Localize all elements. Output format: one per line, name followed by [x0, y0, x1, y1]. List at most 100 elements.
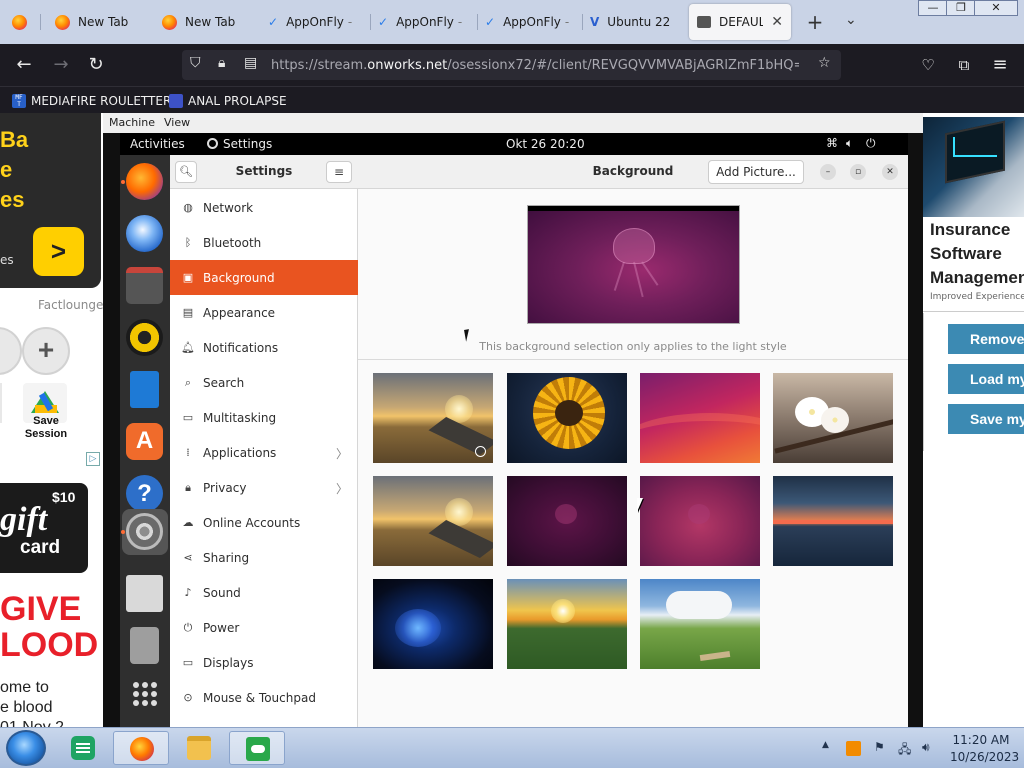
tab-firefox[interactable]: [12, 4, 32, 40]
app-menu[interactable]: Settings: [207, 137, 272, 151]
sidebar-item-bluetooth[interactable]: ᛒ Bluetooth: [170, 225, 358, 260]
tab-apponfly-3[interactable]: ✓ AppOnFly -: [485, 4, 585, 40]
extensions-icon[interactable]: ⧉: [951, 52, 977, 78]
save-session-label[interactable]: Save Session: [24, 415, 68, 441]
tab-ubuntu[interactable]: V Ubuntu 22: [590, 4, 685, 40]
close-window-button[interactable]: ✕: [974, 0, 1018, 16]
menu-machine[interactable]: Machine: [109, 116, 155, 129]
wallpaper-valley-sunset[interactable]: [507, 579, 627, 669]
restore-button[interactable]: ❐: [946, 0, 976, 16]
minimize-button[interactable]: –: [820, 164, 836, 180]
circle-button[interactable]: [0, 327, 22, 375]
ad-banner[interactable]: Ba e es es >: [0, 113, 101, 288]
sidebar-item-sharing[interactable]: ⋖ Sharing: [170, 540, 358, 575]
back-button[interactable]: ←: [11, 52, 37, 78]
power-icon[interactable]: ⏻: [866, 136, 876, 151]
gift-card-ad[interactable]: $10 gift card: [0, 483, 88, 573]
remote-vm-frame[interactable]: Machine View Activities Settings Okt 26 …: [103, 113, 923, 727]
tab-new-tab-2[interactable]: New Tab: [162, 4, 262, 40]
taskbar-game[interactable]: [229, 731, 285, 765]
sidebar-item-multitasking[interactable]: ▭ Multitasking: [170, 400, 358, 435]
add-picture-button[interactable]: Add Picture...: [708, 160, 804, 184]
tab-default-active[interactable]: DEFAULT ✕: [689, 4, 791, 40]
lock-icon[interactable]: 🔒︎: [218, 55, 225, 71]
remove-button[interactable]: Remove: [948, 324, 1024, 354]
shield-icon[interactable]: ⛉: [190, 55, 201, 71]
disk-icon[interactable]: [126, 575, 163, 612]
activities-button[interactable]: Activities: [130, 137, 185, 151]
adchoices-icon[interactable]: ▷: [86, 452, 100, 466]
sidebar-item-privacy[interactable]: 🔒︎ Privacy 〉: [170, 470, 358, 505]
page-info-icon[interactable]: ▤: [244, 55, 257, 71]
ad-arrow-button[interactable]: >: [33, 227, 84, 276]
files-icon[interactable]: [126, 267, 163, 304]
bookmark-mediafire[interactable]: MF T MEDIAFIRE ROULETTER: [12, 92, 171, 110]
trash-icon[interactable]: [130, 627, 159, 664]
tray-app-icon[interactable]: [846, 741, 861, 756]
network-icon[interactable]: 🖧︎: [898, 740, 911, 761]
volume-icon[interactable]: 🔈︎: [846, 136, 853, 151]
close-tab-icon[interactable]: ✕: [771, 14, 783, 30]
wallpaper-cherry-blossom[interactable]: [773, 373, 893, 463]
wallpaper-magenta-waves[interactable]: [640, 373, 760, 463]
wallpaper-jellyfish-pink[interactable]: [640, 476, 760, 566]
minimize-button[interactable]: —: [918, 0, 948, 16]
network-wired-icon[interactable]: ⌘: [826, 136, 838, 150]
start-button[interactable]: [6, 730, 46, 766]
wallpaper-boardwalk-sunrise-2[interactable]: [373, 476, 493, 566]
software-store-icon[interactable]: A: [126, 423, 163, 460]
taskbar-date[interactable]: 10/26/2023: [950, 750, 1019, 764]
insurance-ad-title[interactable]: Insurance Software Managemen: [930, 218, 1024, 290]
sidebar-item-displays[interactable]: ▭ Displays: [170, 645, 358, 680]
url-text[interactable]: https://stream.onworks.net/osessionx72/#…: [271, 58, 799, 73]
sidebar-item-applications[interactable]: ⁞ Applications 〉: [170, 435, 358, 470]
maximize-button[interactable]: ▫: [850, 164, 866, 180]
bookmark-star-icon[interactable]: ☆: [818, 55, 831, 71]
sidebar-item-network[interactable]: ◍ Network: [170, 190, 358, 225]
show-hidden-icons-icon[interactable]: ▲: [822, 740, 829, 750]
sidebar-item-online-accounts[interactable]: ☁ Online Accounts: [170, 505, 358, 540]
thunderbird-icon[interactable]: [126, 215, 163, 252]
wallpaper-sunflower[interactable]: [507, 373, 627, 463]
clock[interactable]: Okt 26 20:20: [506, 137, 585, 151]
rhythmbox-icon[interactable]: [126, 319, 163, 356]
bookmark-anal-prolapse[interactable]: ANAL PROLAPSE: [169, 92, 287, 110]
menu-hamburger-icon[interactable]: ≡: [987, 52, 1013, 78]
tab-list-chevron-icon[interactable]: ⌄: [845, 12, 857, 28]
sidebar-item-appearance[interactable]: ▤ Appearance: [170, 295, 358, 330]
add-button[interactable]: +: [22, 327, 70, 375]
tab-apponfly-2[interactable]: ✓ AppOnFly -: [378, 4, 478, 40]
wallpaper-boardwalk-sunrise[interactable]: [373, 373, 493, 463]
hamburger-menu-button[interactable]: ≡: [326, 161, 352, 183]
forward-button[interactable]: →: [48, 52, 74, 78]
help-icon[interactable]: ?: [126, 475, 163, 512]
pocket-icon[interactable]: ♡: [915, 52, 941, 78]
action-center-flag-icon[interactable]: ⚑: [874, 740, 885, 754]
wallpaper-blue-jellyfish[interactable]: [373, 579, 493, 669]
taskbar-sheets[interactable]: [55, 731, 111, 765]
sidebar-item-sound[interactable]: ♪ Sound: [170, 575, 358, 610]
close-button[interactable]: ✕: [882, 164, 898, 180]
save-button[interactable]: Save my: [948, 404, 1024, 434]
taskbar-time[interactable]: 11:20 AM: [950, 733, 1012, 747]
sidebar-item-notifications[interactable]: 🔔︎ Notifications: [170, 330, 358, 365]
tab-new-tab-1[interactable]: New Tab: [55, 4, 145, 40]
wallpaper-lake-sunset[interactable]: [773, 476, 893, 566]
volume-icon[interactable]: 🔊︎: [922, 740, 930, 755]
ad-source-label[interactable]: Factlounge: [38, 298, 103, 312]
libreoffice-writer-icon[interactable]: [130, 371, 159, 408]
taskbar-file-explorer[interactable]: [171, 731, 227, 765]
tab-apponfly-1[interactable]: ✓ AppOnFly -: [268, 4, 368, 40]
load-button[interactable]: Load my: [948, 364, 1024, 394]
reload-button[interactable]: ↻: [83, 52, 109, 78]
sidebar-item-power[interactable]: ⏻ Power: [170, 610, 358, 645]
new-tab-button[interactable]: +: [805, 10, 825, 34]
show-apps-grid-icon[interactable]: [133, 682, 157, 706]
sidebar-item-search[interactable]: ⌕ Search: [170, 365, 358, 400]
taskbar-firefox[interactable]: [113, 731, 169, 765]
sidebar-item-background[interactable]: ▣ Background: [170, 260, 358, 295]
menu-view[interactable]: View: [164, 116, 190, 129]
sidebar-item-mouse-touchpad[interactable]: ⊙ Mouse & Touchpad: [170, 680, 358, 715]
wallpaper-jellyfish-dark[interactable]: [507, 476, 627, 566]
url-bar[interactable]: ⛉ 🔒︎ ▤ https://stream.onworks.net/osessi…: [182, 50, 841, 80]
